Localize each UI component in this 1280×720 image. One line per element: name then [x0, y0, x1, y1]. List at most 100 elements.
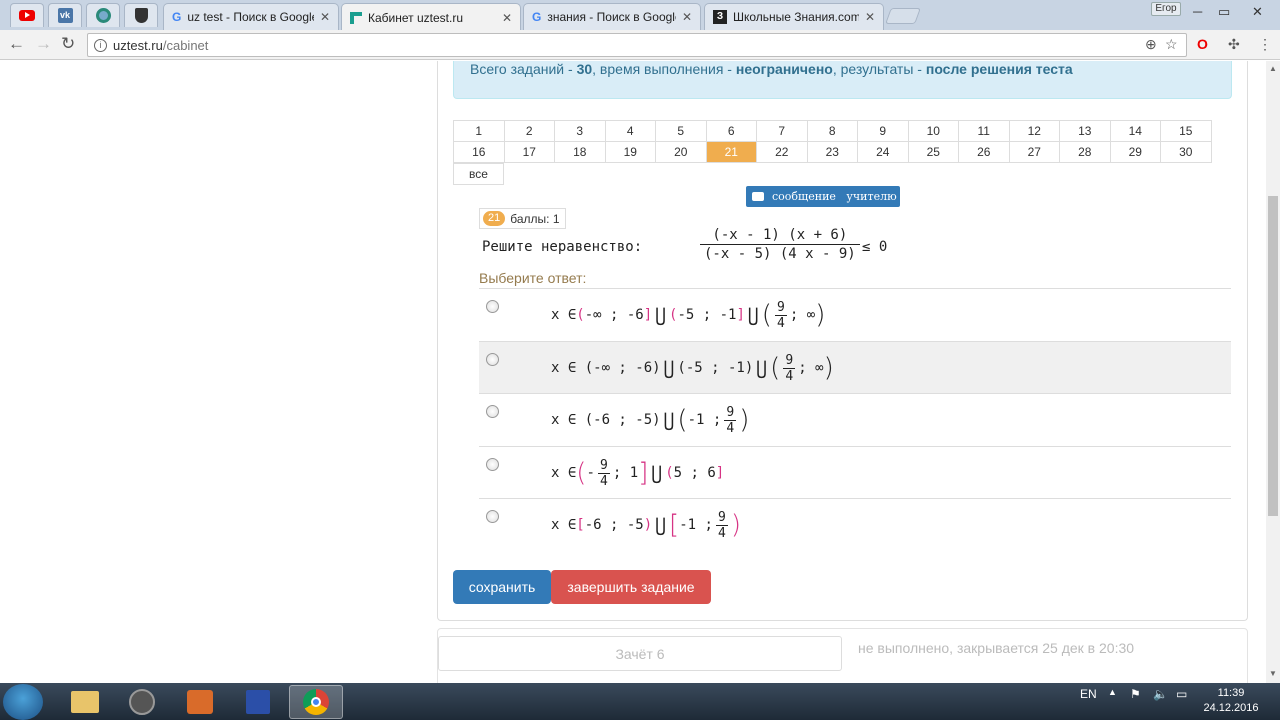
- app-icon: [95, 8, 111, 23]
- question-nav-cell[interactable]: 16: [453, 141, 505, 163]
- question-nav-all[interactable]: все: [453, 163, 504, 185]
- opera-icon[interactable]: O: [1197, 36, 1208, 52]
- question-nav-cell[interactable]: 21: [705, 141, 757, 163]
- new-tab-button[interactable]: [885, 8, 921, 24]
- question-nav-cell[interactable]: 6: [705, 120, 757, 142]
- question-nav-cell[interactable]: 27: [1008, 141, 1060, 163]
- taskbar-save-app[interactable]: [231, 685, 285, 719]
- question-nav-cell[interactable]: 1: [453, 120, 505, 142]
- tab-znaniya-search[interactable]: G знания - Поиск в Google ✕: [523, 3, 701, 30]
- question-badge: 21 баллы: 1: [479, 208, 566, 229]
- minimize-icon[interactable]: ─: [1193, 4, 1202, 19]
- google-icon: G: [532, 10, 542, 24]
- answer-option[interactable]: x ∈ (-6 ; -5) ⋃(-1 ; 9 4): [479, 393, 1231, 445]
- pinned-tab-wot[interactable]: [124, 3, 158, 27]
- question-nav-cell[interactable]: 9: [857, 120, 909, 142]
- question-nav-row: 1 2 3 4 5 6 7 8 9 10 11 12 13 14 15: [453, 120, 1212, 142]
- question-nav-cell[interactable]: 11: [958, 120, 1010, 142]
- question-nav-cell[interactable]: 25: [907, 141, 959, 163]
- taskbar-explorer[interactable]: [58, 685, 112, 719]
- question-nav-cell[interactable]: 29: [1109, 141, 1161, 163]
- back-icon[interactable]: ←: [8, 35, 25, 53]
- tray-expand-icon[interactable]: ▲: [1108, 687, 1117, 697]
- znanija-icon: З: [713, 10, 727, 24]
- page-content: Всего заданий - 30, время выполнения - н…: [0, 61, 1266, 683]
- question-nav-cell[interactable]: 19: [604, 141, 656, 163]
- answer-option[interactable]: x ∈ (-∞ ; -6] ⋃(-5 ; -1] ⋃(9 4 ; ∞): [479, 288, 1231, 340]
- question-nav-cell[interactable]: 15: [1160, 120, 1212, 142]
- tab-cabinet[interactable]: Кабинет uztest.ru ✕: [341, 3, 521, 31]
- google-icon: G: [172, 10, 182, 24]
- star-icon[interactable]: ☆: [1165, 36, 1178, 53]
- question-nav-cell[interactable]: 18: [554, 141, 606, 163]
- clock[interactable]: 11:39 24.12.2016: [1198, 686, 1264, 716]
- question-nav-cell[interactable]: 14: [1109, 120, 1161, 142]
- page-scrollbar[interactable]: ▲ ▼: [1266, 61, 1280, 683]
- question-nav-cell[interactable]: 30: [1160, 141, 1212, 163]
- taskbar-player[interactable]: [173, 685, 227, 719]
- question-nav-cell[interactable]: 28: [1059, 141, 1111, 163]
- finish-task-button[interactable]: завершить задание: [551, 570, 711, 604]
- question-nav-cell[interactable]: 10: [907, 120, 959, 142]
- folder-icon: [71, 691, 99, 713]
- maximize-icon[interactable]: ▭: [1218, 4, 1230, 20]
- answer-radio[interactable]: [486, 353, 499, 366]
- question-nav-cell[interactable]: 5: [655, 120, 707, 142]
- close-icon[interactable]: ✕: [682, 10, 692, 24]
- close-icon[interactable]: ✕: [320, 10, 330, 24]
- question-prompt: Решите неравенство:: [482, 239, 643, 255]
- tab-uz-test-search[interactable]: G uz test - Поиск в Google ✕: [163, 3, 339, 30]
- question-nav-cell[interactable]: 4: [604, 120, 656, 142]
- address-bar[interactable]: i uztest.ru/cabinet: [87, 33, 1187, 57]
- answer-option[interactable]: x ∈ (-∞ ; -6) ⋃ (-5 ; -1) ⋃(9 4 ; ∞): [479, 341, 1231, 393]
- volume-icon[interactable]: 🔈: [1153, 687, 1168, 701]
- extension-icon[interactable]: ✣: [1228, 36, 1240, 53]
- message-teacher-button[interactable]: сообщение учителю: [746, 186, 900, 207]
- tab-title: uz test - Поиск в Google: [187, 10, 314, 24]
- question-nav-cell[interactable]: 20: [655, 141, 707, 163]
- scroll-up-icon[interactable]: ▲: [1269, 64, 1277, 73]
- pinned-tab-app[interactable]: [86, 3, 120, 27]
- question-nav-cell[interactable]: 13: [1059, 120, 1111, 142]
- question-nav-cell[interactable]: 3: [554, 120, 606, 142]
- menu-icon[interactable]: ⋮: [1258, 36, 1272, 53]
- question-nav-cell[interactable]: 12: [1008, 120, 1060, 142]
- question-nav-cell[interactable]: 23: [806, 141, 858, 163]
- question-nav-cell[interactable]: 26: [958, 141, 1010, 163]
- pinned-tab-youtube[interactable]: [10, 3, 44, 27]
- network-icon[interactable]: ▭: [1176, 687, 1187, 701]
- close-icon[interactable]: ✕: [502, 11, 512, 25]
- answer-option[interactable]: x ∈ (-9 4 ; 1] ⋃(5 ; 6]: [479, 446, 1231, 498]
- language-indicator[interactable]: EN: [1080, 687, 1097, 701]
- question-nav-cell[interactable]: 22: [756, 141, 808, 163]
- scrollbar-thumb[interactable]: [1268, 196, 1278, 516]
- answer-option[interactable]: x ∈ [-6 ; -5) ⋃[-1 ; 9 4): [479, 498, 1231, 550]
- pinned-tab-vk[interactable]: vk: [48, 3, 82, 27]
- play-icon: [187, 690, 213, 714]
- profile-badge[interactable]: Егор: [1151, 2, 1181, 16]
- scroll-down-icon[interactable]: ▼: [1269, 669, 1277, 678]
- question-nav-cell[interactable]: 24: [857, 141, 909, 163]
- window-close-icon[interactable]: ✕: [1252, 4, 1263, 20]
- save-button[interactable]: сохранить: [453, 570, 551, 604]
- reload-icon[interactable]: ↻: [61, 35, 75, 53]
- question-nav-cell[interactable]: 7: [756, 120, 808, 142]
- question-nav-cell[interactable]: 2: [503, 120, 555, 142]
- flag-icon[interactable]: ⚑: [1130, 687, 1141, 701]
- answer-radio[interactable]: [486, 510, 499, 523]
- answer-radio[interactable]: [486, 405, 499, 418]
- taskbar-chrome[interactable]: [289, 685, 343, 719]
- tab-znanija-com[interactable]: З Школьные Знания.com ✕: [704, 3, 884, 30]
- question-nav-cell[interactable]: 8: [806, 120, 858, 142]
- zoom-icon[interactable]: ⊕: [1145, 36, 1157, 53]
- next-test-button[interactable]: Зачёт 6: [438, 636, 842, 671]
- start-button[interactable]: [3, 684, 43, 720]
- question-nav-cell[interactable]: 17: [503, 141, 555, 163]
- taskbar-media[interactable]: [115, 685, 169, 719]
- answer-radio[interactable]: [486, 458, 499, 471]
- answer-expression: x ∈ (-∞ ; -6) ⋃ (-5 ; -1) ⋃(9 4 ; ∞): [551, 352, 834, 384]
- answer-radio[interactable]: [486, 300, 499, 313]
- close-icon[interactable]: ✕: [865, 10, 875, 24]
- forward-icon[interactable]: →: [35, 35, 52, 53]
- question-nav-row: 16 17 18 19 20 21 22 23 24 25 26 27 28 29 30: [453, 141, 1212, 163]
